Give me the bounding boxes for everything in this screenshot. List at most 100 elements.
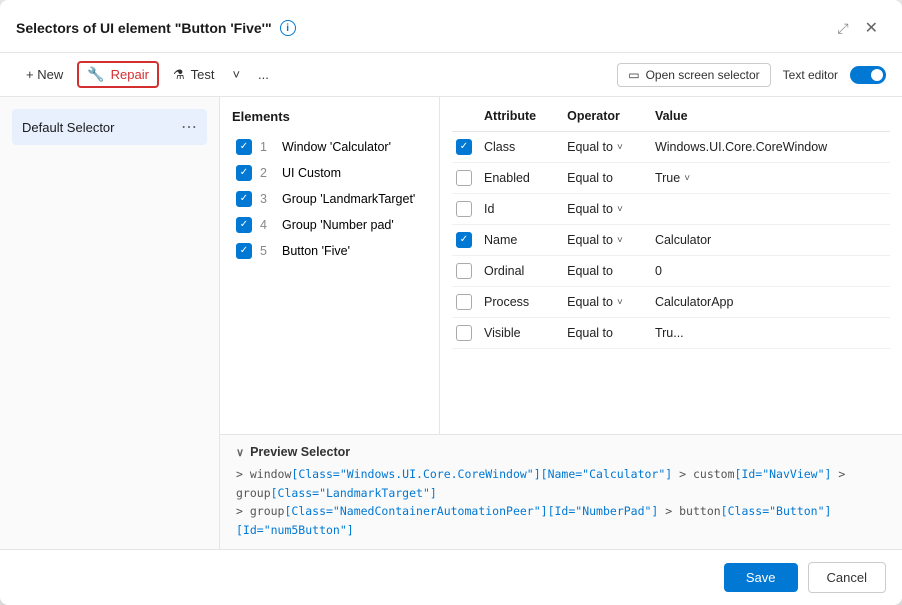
text-editor-toggle[interactable] [850,66,886,84]
attr-row-check-cell [452,225,480,256]
attr-checkbox[interactable] [456,263,472,279]
attr-value-cell: True˅ [651,163,890,194]
preview-header[interactable]: ∨ Preview Selector [236,445,886,459]
element-item[interactable]: 5 Button 'Five' [232,238,427,264]
attr-checkbox[interactable] [456,139,472,155]
chevron-down-button[interactable]: ˅ [228,62,244,87]
attr-check-col-header [452,109,480,132]
operator-dropdown-arrow[interactable]: ˅ [617,204,623,215]
value-dropdown-arrow[interactable]: ˅ [684,173,690,184]
attr-checkbox[interactable] [456,201,472,217]
close-button[interactable]: ✕ [857,14,886,42]
attr-name-cell: Ordinal [480,256,563,287]
operator-col-header: Operator [563,109,651,132]
selectors-dialog: Selectors of UI element "Button 'Five'" … [0,0,902,605]
attr-operator-cell: Equal to ˅ [563,287,651,318]
attribute-row: VisibleEqual toTru... [452,318,890,349]
element-item[interactable]: 3Group 'LandmarkTarget' [232,186,427,212]
repair-button[interactable]: 🔧 Repair [77,61,159,88]
toolbar-right: ▭ Open screen selector Text editor [617,63,886,87]
attr-name-cell: Id [480,194,563,225]
preview-section: ∨ Preview Selector > window[Class="Windo… [220,434,902,549]
operator-dropdown-arrow[interactable]: ˅ [617,297,623,308]
selector-item-label: Default Selector [22,120,115,135]
more-label: ... [258,67,269,82]
open-screen-button[interactable]: ▭ Open screen selector [617,63,770,87]
attr-operator-label: Equal to [567,233,613,247]
attr-operator-label: Equal to [567,171,613,185]
more-button[interactable]: ... [248,62,279,87]
text-editor-label: Text editor [783,68,838,82]
attr-value-cell: Calculator [651,225,890,256]
cancel-button[interactable]: Cancel [808,562,886,593]
preview-code: > window[Class="Windows.UI.Core.CoreWind… [236,465,886,539]
open-screen-label: Open screen selector [646,68,760,82]
left-panel: Default Selector ⋯ [0,97,220,549]
value-col-header: Value [651,109,890,132]
attr-name-cell: Class [480,132,563,163]
element-checkbox[interactable] [236,191,252,207]
attributes-body: ClassEqual to ˅Windows.UI.Core.CoreWindo… [452,132,890,349]
attr-operator-cell: Equal to ˅ [563,194,651,225]
right-panel: Elements 1 Window 'Calculator' 2 UI Custom 3… [220,97,902,549]
element-item[interactable]: 2 UI Custom [232,160,427,186]
element-label: UI Custom [282,166,341,180]
attr-row-check-cell [452,318,480,349]
operator-dropdown-arrow[interactable]: ˅ [617,235,623,246]
attr-operator-label: Equal to [567,326,613,340]
test-button[interactable]: ⚗ Test [163,62,225,88]
attr-value-cell: Windows.UI.Core.CoreWindow [651,132,890,163]
element-checkbox[interactable] [236,165,252,181]
element-checkbox[interactable] [236,217,252,233]
attr-row-check-cell [452,163,480,194]
element-checkbox[interactable] [236,139,252,155]
elements-list: Elements 1 Window 'Calculator' 2 UI Custom 3… [220,97,440,434]
info-icon[interactable]: i [280,20,296,36]
attr-row-check-cell [452,132,480,163]
element-index: 4 [260,218,274,232]
screen-icon: ▭ [628,68,639,82]
attr-operator-cell: Equal to ˅ [563,225,651,256]
attr-operator-cell: Equal to [563,256,651,287]
test-icon: ⚗ [173,67,185,83]
attr-operator-cell: Equal to [563,318,651,349]
element-checkbox[interactable] [236,243,252,259]
attr-operator-label: Equal to [567,295,613,309]
footer: Save Cancel [0,549,902,605]
attr-name-cell: Enabled [480,163,563,194]
operator-dropdown-arrow[interactable]: ˅ [617,142,623,153]
preview-line-1: > window[Class="Windows.UI.Core.CoreWind… [236,465,886,502]
default-selector-item[interactable]: Default Selector ⋯ [12,109,207,145]
save-button[interactable]: Save [724,563,798,592]
attr-row-check-cell [452,287,480,318]
attr-name-cell: Name [480,225,563,256]
attribute-row: IdEqual to ˅ [452,194,890,225]
new-label: + New [26,67,63,82]
preview-line-2: > group[Class="NamedContainerAutomationP… [236,502,886,539]
element-label: Group 'Number pad' [282,218,394,232]
attribute-row: NameEqual to ˅Calculator [452,225,890,256]
attribute-row: ClassEqual to ˅Windows.UI.Core.CoreWindo… [452,132,890,163]
preview-chevron-icon: ∨ [236,446,244,459]
test-label: Test [191,67,215,82]
element-item[interactable]: 4 Group 'Number pad' [232,212,427,238]
selector-options-icon[interactable]: ⋯ [181,117,197,137]
element-label: Window 'Calculator' [282,140,391,154]
attr-value-cell: 0 [651,256,890,287]
element-index: 1 [260,140,274,154]
element-index: 2 [260,166,274,180]
attr-checkbox[interactable] [456,294,472,310]
new-button[interactable]: + New [16,62,73,87]
attr-operator-cell: Equal to ˅ [563,132,651,163]
attr-checkbox[interactable] [456,170,472,186]
attr-value-cell: Tru... [651,318,890,349]
element-index: 5 [260,244,274,258]
preview-title: Preview Selector [250,445,350,459]
attr-checkbox[interactable] [456,325,472,341]
attr-checkbox[interactable] [456,232,472,248]
element-item[interactable]: 1 Window 'Calculator' [232,134,427,160]
attributes-table: Attribute Operator Value ClassEqual to ˅… [452,109,890,349]
element-label: Button 'Five' [282,244,350,258]
elements-title: Elements [232,109,427,124]
repair-label: Repair [111,67,149,82]
